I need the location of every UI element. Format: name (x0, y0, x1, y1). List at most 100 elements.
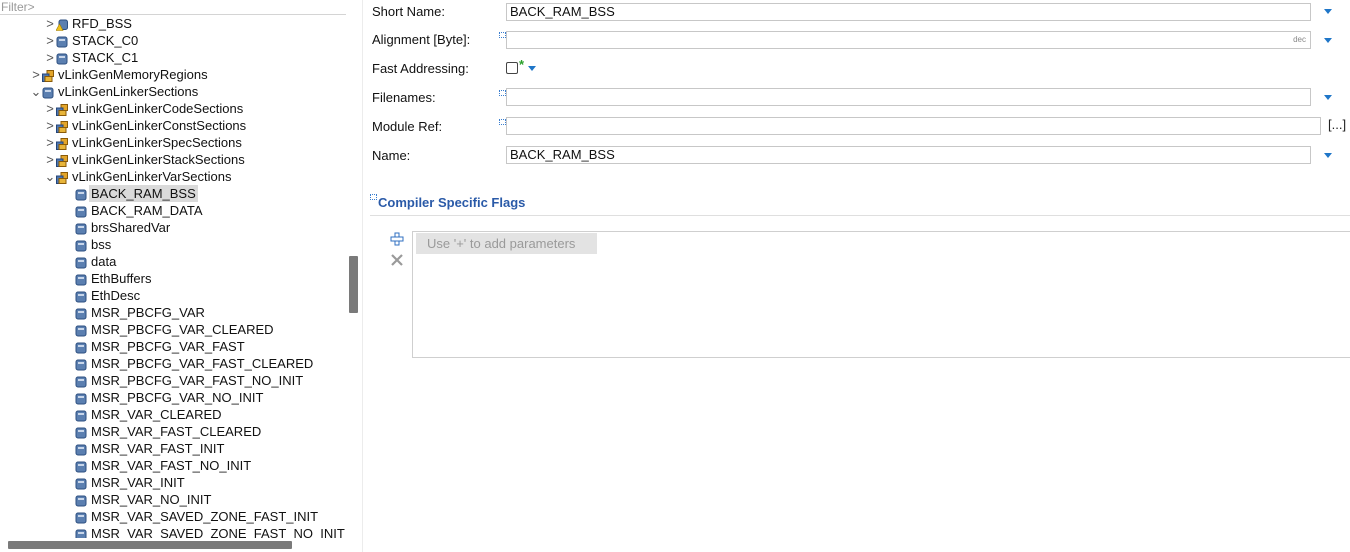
tree-node[interactable]: ⌄ vLinkGenLinkerSections (0, 83, 346, 100)
short-name-dropdown-icon[interactable] (1324, 9, 1332, 14)
tree-node[interactable]: MSR_VAR_CLEARED (0, 406, 346, 423)
pane-divider[interactable] (362, 0, 363, 552)
tree-node[interactable]: MSR_VAR_SAVED_ZONE_FAST_INIT (0, 508, 346, 525)
tree-node[interactable]: MSR_PBCFG_VAR_NO_INIT (0, 389, 346, 406)
tree-node[interactable]: brsSharedVar (0, 219, 346, 236)
tree-vertical-scroll-thumb[interactable] (349, 256, 358, 313)
tree-node-label: MSR_VAR_FAST_INIT (91, 441, 225, 456)
short-name-label: Short Name: (372, 4, 445, 19)
fast-addressing-dropdown-icon[interactable] (528, 66, 536, 71)
tree-node[interactable]: MSR_VAR_FAST_INIT (0, 440, 346, 457)
tree-node[interactable]: ⌄ vLinkGenLinkerVarSections (0, 168, 346, 185)
module-icon (75, 222, 87, 235)
filter-input[interactable] (0, 0, 341, 13)
tree-node[interactable]: data (0, 253, 346, 270)
config-tree: > RFD_BSS > STACK_C0 > STACK_C1 > vLinkGenMemor… (0, 14, 346, 538)
tree-node-label: MSR_PBCFG_VAR (91, 305, 205, 320)
tree-node[interactable]: MSR_PBCFG_VAR (0, 304, 346, 321)
module-icon (75, 375, 87, 388)
tree-node[interactable]: MSR_VAR_FAST_CLEARED (0, 423, 346, 440)
tree-node-label: MSR_PBCFG_VAR_CLEARED (91, 322, 274, 337)
tree-node[interactable]: MSR_VAR_NO_INIT (0, 491, 346, 508)
tree-node[interactable]: MSR_PBCFG_VAR_FAST_CLEARED (0, 355, 346, 372)
tree-node-label: STACK_C0 (72, 33, 139, 48)
filenames-field[interactable] (506, 88, 1311, 106)
tree-horizontal-scroll-thumb[interactable] (8, 541, 292, 549)
expand-chevron-icon[interactable]: > (44, 134, 56, 151)
tree-node[interactable]: > vLinkGenLinkerSpecSections (0, 134, 346, 151)
tree-node-label: bss (91, 237, 112, 252)
tree-node[interactable]: MSR_PBCFG_VAR_FAST_NO_INIT (0, 372, 346, 389)
name-field[interactable]: BACK_RAM_BSS (506, 146, 1311, 164)
module-icon (75, 205, 87, 218)
module-icon (56, 35, 68, 48)
tree-node[interactable]: BACK_RAM_BSS (0, 185, 346, 202)
tree-node[interactable]: EthBuffers (0, 270, 346, 287)
tree-node[interactable]: > vLinkGenLinkerConstSections (0, 117, 346, 134)
tree-node-label: MSR_VAR_SAVED_ZONE_FAST_INIT (91, 509, 319, 524)
compiler-flags-title[interactable]: Compiler Specific Flags (378, 195, 525, 210)
collapse-chevron-icon[interactable]: ⌄ (44, 168, 56, 185)
collapse-chevron-icon[interactable]: ⌄ (30, 83, 42, 100)
tree-node[interactable]: MSR_PBCFG_VAR_CLEARED (0, 321, 346, 338)
module-icon (75, 324, 87, 337)
name-dropdown-icon[interactable] (1324, 153, 1332, 158)
container-icon (42, 69, 54, 82)
module-icon (75, 511, 87, 524)
name-label: Name: (372, 148, 411, 163)
tree-node-label: MSR_VAR_CLEARED (91, 407, 222, 422)
tree-node[interactable]: EthDesc (0, 287, 346, 304)
fast-addressing-label: Fast Addressing: (372, 61, 469, 76)
tree-node-label: BACK_RAM_BSS (89, 185, 198, 202)
module-icon (75, 307, 87, 320)
tree-node[interactable]: > vLinkGenLinkerStackSections (0, 151, 346, 168)
tree-node[interactable]: BACK_RAM_DATA (0, 202, 346, 219)
alignment-unit: dec (1293, 35, 1306, 44)
tree-node[interactable]: MSR_VAR_FAST_NO_INIT (0, 457, 346, 474)
alignment-marker-icon (499, 32, 506, 38)
module-icon (75, 392, 87, 405)
expand-chevron-icon[interactable]: > (30, 66, 42, 83)
module-icon (75, 477, 87, 490)
warning-module-icon (55, 18, 68, 31)
module-icon (75, 341, 87, 354)
tree-node-label: MSR_VAR_FAST_NO_INIT (91, 458, 252, 473)
expand-chevron-icon[interactable]: > (44, 117, 56, 134)
module-icon (75, 188, 87, 201)
container-icon (56, 154, 68, 167)
tree-node[interactable]: > STACK_C1 (0, 49, 346, 66)
tree-node-label: vLinkGenLinkerSections (58, 84, 199, 99)
tree-node[interactable]: > vLinkGenMemoryRegions (0, 66, 346, 83)
expand-chevron-icon[interactable]: > (44, 100, 56, 117)
module-icon (75, 460, 87, 473)
module-ref-browse-button[interactable]: [...] (1328, 117, 1346, 132)
alignment-field[interactable]: dec (506, 31, 1311, 49)
tree-node[interactable]: bss (0, 236, 346, 253)
expand-chevron-icon[interactable]: > (44, 15, 56, 32)
tree-node[interactable]: > STACK_C0 (0, 32, 346, 49)
tree-node[interactable]: MSR_VAR_INIT (0, 474, 346, 491)
tree-node[interactable]: > vLinkGenLinkerCodeSections (0, 100, 346, 117)
module-icon (75, 426, 87, 439)
container-icon (56, 171, 68, 184)
plus-icon[interactable] (390, 232, 404, 246)
expand-chevron-icon[interactable]: > (44, 32, 56, 49)
filenames-dropdown-icon[interactable] (1324, 95, 1332, 100)
module-icon (56, 52, 68, 65)
alignment-dropdown-icon[interactable] (1324, 38, 1332, 43)
remove-icon[interactable] (390, 253, 404, 267)
tree-node-label: MSR_VAR_INIT (91, 475, 185, 490)
expand-chevron-icon[interactable]: > (44, 151, 56, 168)
tree-node-label: data (91, 254, 117, 269)
tree-node-label: MSR_PBCFG_VAR_FAST_CLEARED (91, 356, 314, 371)
short-name-field[interactable]: BACK_RAM_BSS (506, 3, 1311, 21)
expand-chevron-icon[interactable]: > (44, 49, 56, 66)
parameters-hint: Use '+' to add parameters (416, 233, 597, 254)
module-ref-field[interactable] (506, 117, 1321, 135)
tree-node[interactable]: MSR_VAR_SAVED_ZONE_FAST_NO_INIT (0, 525, 346, 538)
tree-node[interactable]: MSR_PBCFG_VAR_FAST (0, 338, 346, 355)
module-ref-label: Module Ref: (372, 119, 443, 134)
tree-node[interactable]: > RFD_BSS (0, 15, 346, 32)
fast-addressing-checkbox[interactable] (506, 62, 518, 74)
container-icon (56, 103, 68, 116)
